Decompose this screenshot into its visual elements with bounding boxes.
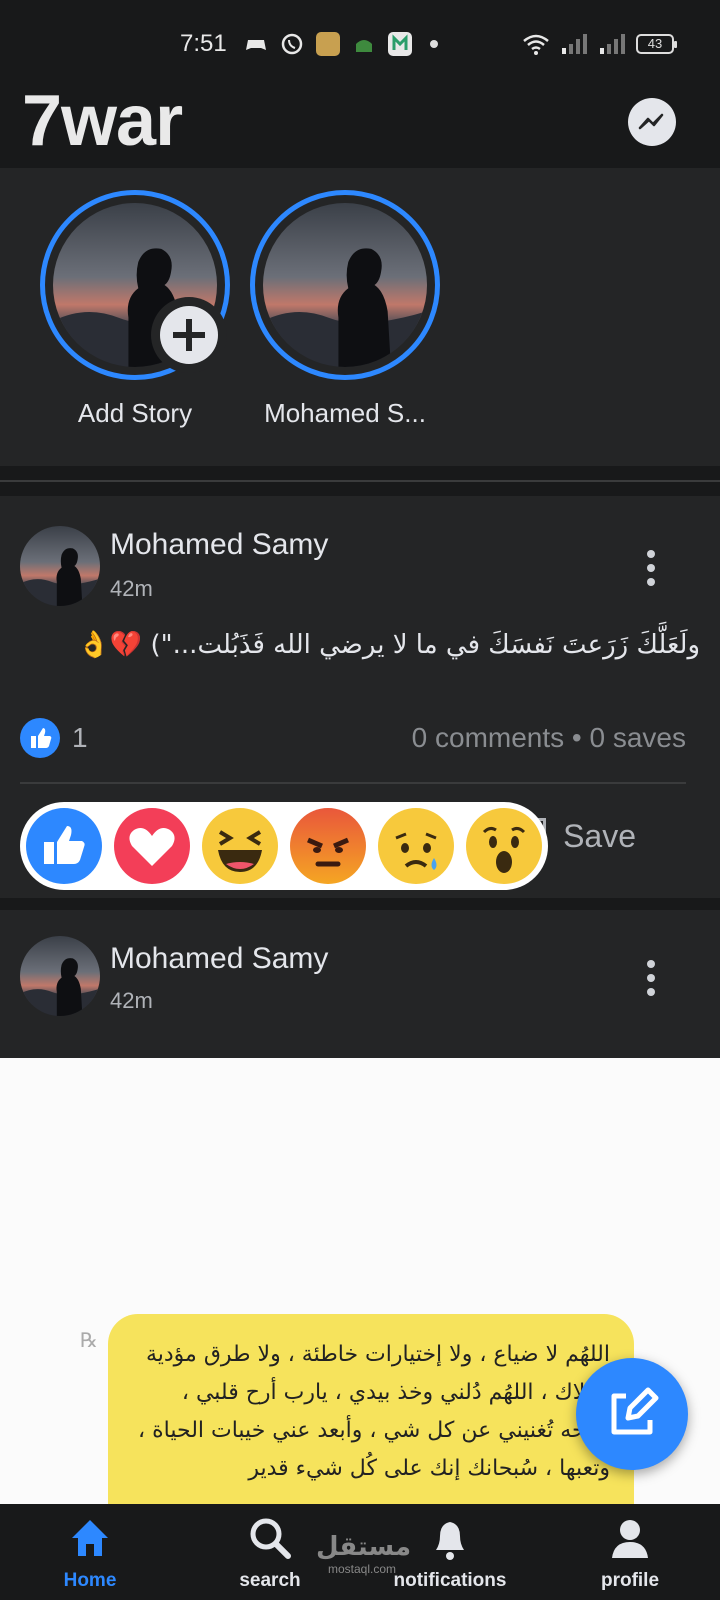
notification-icons xyxy=(244,32,438,56)
haha-reaction-icon[interactable] xyxy=(202,808,278,884)
post-card: Mohamed Samy 42m xyxy=(0,910,720,1058)
edit-icon xyxy=(611,1387,659,1435)
reactions-picker xyxy=(20,802,548,890)
more-options-icon[interactable] xyxy=(646,960,656,996)
whatsapp-icon xyxy=(280,32,304,56)
wifi-icon xyxy=(523,34,549,55)
avatar[interactable] xyxy=(20,936,100,1016)
app-title: 7war xyxy=(22,81,183,161)
nav-label: profile xyxy=(600,1570,660,1591)
search-icon xyxy=(250,1518,291,1559)
story-mohamed[interactable]: Mohamed S... xyxy=(250,190,440,429)
app-icon xyxy=(316,32,340,56)
battery-icon: 43 xyxy=(636,34,677,54)
messenger-icon[interactable] xyxy=(628,98,676,146)
plus-icon xyxy=(160,306,218,364)
post-author[interactable]: Mohamed Samy xyxy=(110,942,328,976)
post-time: 42m xyxy=(110,988,153,1013)
post-text: ولَعَلَّكَ زَرَعتَ نَفسَكَ في ما لا يرضي… xyxy=(77,630,700,660)
home-icon xyxy=(72,1520,108,1556)
nav-label: Home xyxy=(63,1570,117,1591)
stories-row: Add Story Mohamed S... xyxy=(0,170,720,466)
nav-home[interactable]: Home xyxy=(20,1504,160,1600)
story-ring xyxy=(40,190,230,380)
avatar[interactable] xyxy=(20,526,100,606)
app-header: 7war xyxy=(0,72,720,168)
signal-icon xyxy=(562,34,587,54)
bell-icon xyxy=(436,1522,464,1560)
wow-reaction-icon[interactable] xyxy=(466,808,542,884)
story-label: Add Story xyxy=(77,398,193,428)
post-stats: 1 0 comments • 0 saves xyxy=(20,718,686,762)
angry-reaction-icon[interactable] xyxy=(290,808,366,884)
like-count[interactable]: 1 xyxy=(72,722,88,754)
signal-icon xyxy=(600,34,625,54)
like-reaction-icon[interactable] xyxy=(26,808,102,884)
create-post-button[interactable] xyxy=(576,1358,688,1470)
prescription-mark: ℞ xyxy=(80,1330,98,1352)
post-divider xyxy=(0,898,720,910)
story-ring xyxy=(250,190,440,380)
system-icons: 43 xyxy=(522,32,677,56)
save-button[interactable]: Save xyxy=(563,818,636,855)
status-bar: 7:51 43 xyxy=(0,0,720,72)
nav-profile[interactable]: profile xyxy=(560,1504,700,1600)
mosque-icon xyxy=(352,32,376,56)
post-author[interactable]: Mohamed Samy xyxy=(110,528,328,562)
dot-icon xyxy=(430,40,438,48)
post-time: 42m xyxy=(110,576,153,601)
more-options-icon[interactable] xyxy=(646,550,656,586)
love-reaction-icon[interactable] xyxy=(114,808,190,884)
story-label: Mohamed S... xyxy=(264,398,426,428)
image-quote-text: اللهُم لا ضياع ، ولا إختيارات خاطئة ، ول… xyxy=(108,1314,634,1504)
person-icon xyxy=(612,1520,648,1558)
stats-separator xyxy=(20,782,686,784)
post-meta[interactable]: 0 comments • 0 saves xyxy=(412,722,686,754)
nav-label: notifications xyxy=(393,1570,507,1591)
sad-reaction-icon[interactable] xyxy=(378,808,454,884)
bottom-navigation: Home search مستقل mostaql.com notificati… xyxy=(0,1504,720,1600)
nav-notifications[interactable]: notifications xyxy=(380,1504,520,1600)
game-controller-icon xyxy=(244,32,268,56)
section-divider xyxy=(0,466,720,496)
maps-icon xyxy=(388,32,412,56)
story-thumbnail xyxy=(263,203,427,367)
like-badge-icon xyxy=(20,718,60,758)
add-story-button[interactable] xyxy=(151,297,227,373)
story-add[interactable]: Add Story xyxy=(40,190,230,429)
status-time: 7:51 xyxy=(180,30,227,57)
